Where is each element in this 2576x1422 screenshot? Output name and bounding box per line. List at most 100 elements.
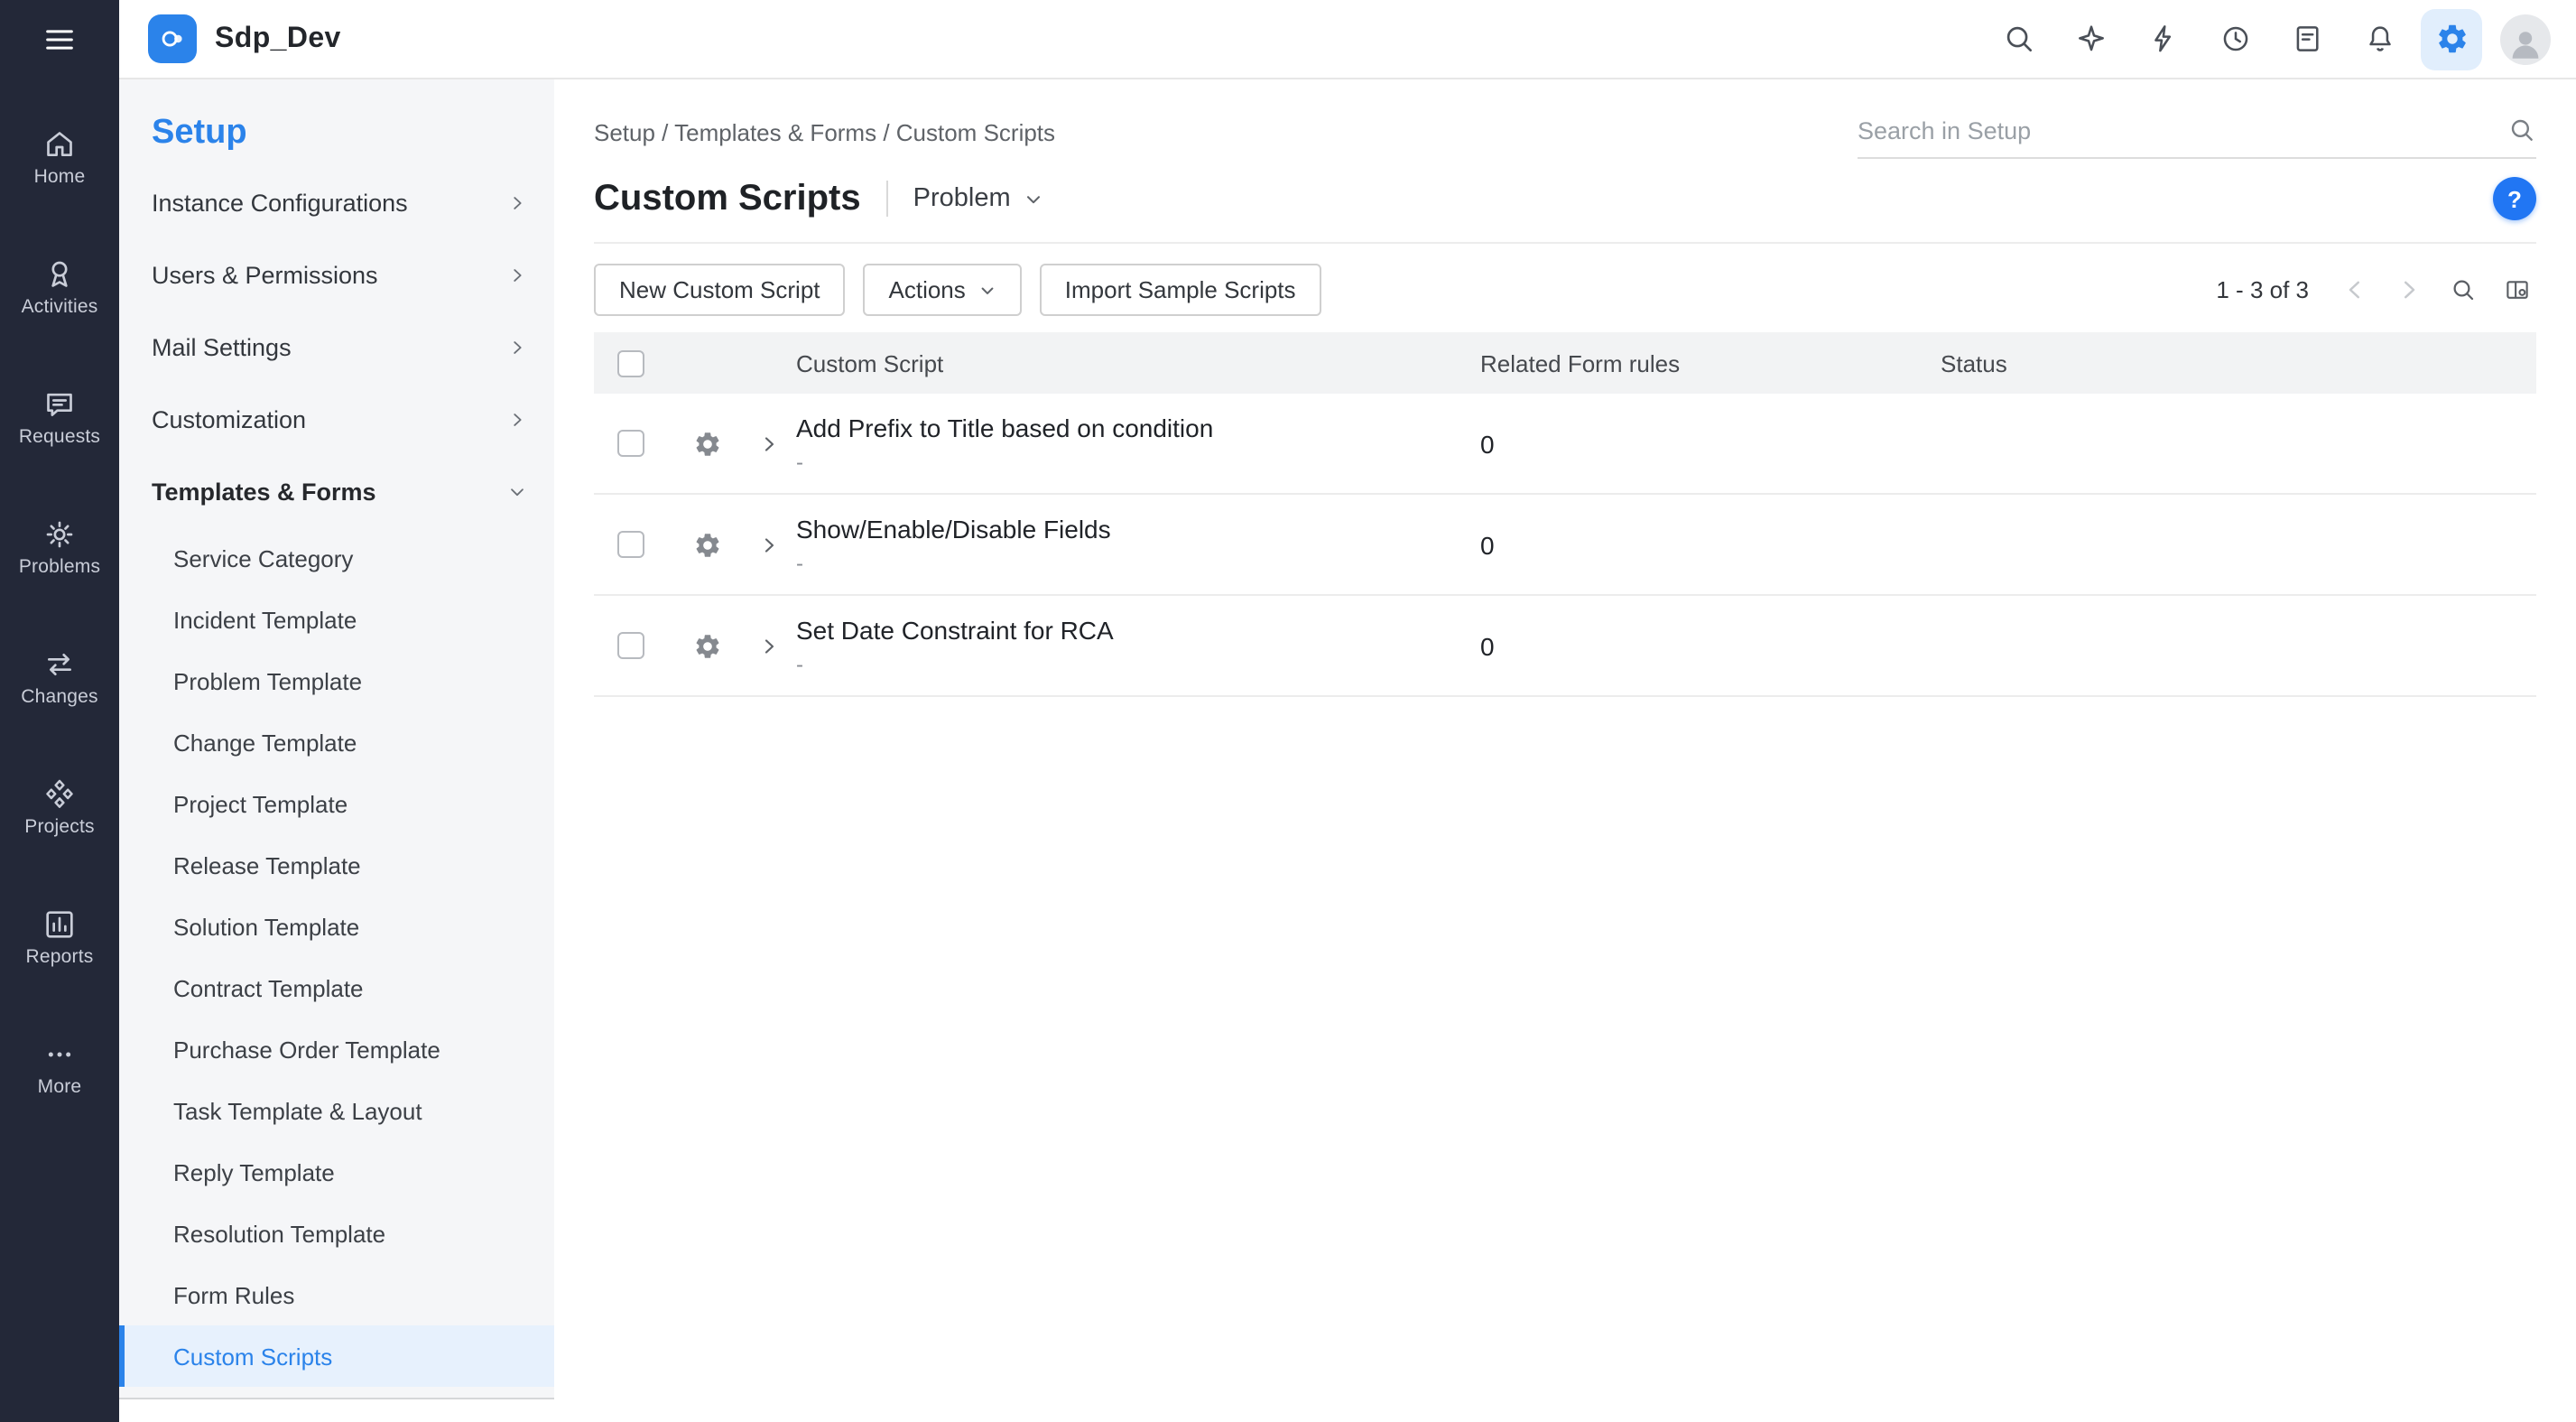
nav-label: Reports: [26, 946, 94, 968]
sidebar-item-users-permissions[interactable]: Users & Permissions: [119, 238, 554, 311]
settings-button[interactable]: [2421, 8, 2482, 70]
actions-button-label: Actions: [889, 276, 966, 303]
nav-label: Problems: [19, 556, 100, 578]
sidebar-subitem-label: Reply Template: [173, 1158, 335, 1185]
column-chooser-button[interactable]: [2497, 270, 2536, 310]
app-logo: [148, 14, 197, 63]
module-dropdown[interactable]: Problem: [913, 184, 1043, 213]
sidebar-item-home[interactable]: Home: [0, 79, 119, 209]
history-button[interactable]: [2204, 8, 2266, 70]
table-row: Add Prefix to Title based on condition -…: [594, 394, 2536, 495]
script-name[interactable]: Set Date Constraint for RCA: [796, 615, 1480, 644]
sidebar-item-templates-forms[interactable]: Templates & Forms: [119, 455, 554, 527]
sidebar-subitem-change-template[interactable]: Change Template: [119, 711, 554, 773]
sidebar-subitem-label: Service Category: [173, 544, 353, 572]
column-header-related-form-rules[interactable]: Related Form rules: [1480, 349, 1941, 376]
hamburger-menu-button[interactable]: [0, 0, 119, 79]
sidebar-subitem-resolution-template[interactable]: Resolution Template: [119, 1203, 554, 1264]
sidebar-item-projects[interactable]: Projects: [0, 730, 119, 860]
sidebar-item-activities[interactable]: Activities: [0, 209, 119, 339]
toggle-knob: [1911, 448, 1936, 473]
script-name[interactable]: Show/Enable/Disable Fields: [796, 514, 1480, 543]
sidebar-subitem-solution-template[interactable]: Solution Template: [119, 896, 554, 957]
related-form-rules-count: 0: [1480, 429, 1941, 458]
row-checkbox[interactable]: [617, 632, 644, 659]
sidebar-subitem-custom-scripts[interactable]: Custom Scripts: [119, 1325, 554, 1387]
column-chooser-icon: [2503, 276, 2530, 303]
brand[interactable]: Sdp_Dev: [148, 14, 341, 63]
avatar-icon: [2504, 21, 2547, 64]
script-description: -: [796, 449, 1480, 474]
sidebar-scroll-track[interactable]: [119, 1397, 554, 1399]
column-header-custom-script[interactable]: Custom Script: [796, 349, 1480, 376]
feedback-form-icon: [2290, 22, 2324, 56]
row-expander[interactable]: [742, 432, 796, 454]
sidebar-subitem-problem-template[interactable]: Problem Template: [119, 650, 554, 711]
sidebar-item-label: Customization: [152, 405, 306, 432]
pagination-next-button[interactable]: [2388, 270, 2428, 310]
sidebar-subitem-release-template[interactable]: Release Template: [119, 834, 554, 896]
chevron-right-icon: [507, 192, 527, 212]
row-settings-button[interactable]: [673, 631, 742, 660]
sidebar-subitem-incident-template[interactable]: Incident Template: [119, 589, 554, 650]
row-expander[interactable]: [742, 635, 796, 656]
help-button[interactable]: ?: [2493, 177, 2536, 220]
row-expander[interactable]: [742, 534, 796, 555]
activities-icon: [42, 256, 78, 293]
hamburger-icon: [42, 22, 78, 58]
pagination-prev-button[interactable]: [2334, 270, 2374, 310]
sidebar-subitem-contract-template[interactable]: Contract Template: [119, 957, 554, 1018]
sidebar-subitem-label: Release Template: [173, 851, 361, 878]
custom-scripts-table: Custom Script Related Form rules Status …: [594, 332, 2536, 697]
select-all-checkbox[interactable]: [617, 349, 644, 376]
setup-search: [1858, 116, 2536, 159]
row-settings-button[interactable]: [673, 530, 742, 559]
sidebar-item-reports[interactable]: Reports: [0, 860, 119, 990]
notifications-button[interactable]: [2349, 8, 2410, 70]
setup-search-input[interactable]: [1858, 116, 2507, 144]
sidebar-subitem-task-template-layout[interactable]: Task Template & Layout: [119, 1080, 554, 1141]
app-logo-icon: [157, 23, 188, 54]
chevron-right-icon: [758, 635, 780, 656]
gear-icon: [693, 631, 722, 660]
import-sample-scripts-button[interactable]: Import Sample Scripts: [1040, 264, 1321, 316]
sidebar-subitem-reply-template[interactable]: Reply Template: [119, 1141, 554, 1203]
page-title: Custom Scripts: [594, 178, 861, 219]
global-search-button[interactable]: [1988, 8, 2049, 70]
sidebar-item-more[interactable]: More: [0, 990, 119, 1120]
quick-actions-button[interactable]: [2132, 8, 2193, 70]
sidebar-subitem-label: Incident Template: [173, 606, 357, 633]
sidebar-subitem-form-rules[interactable]: Form Rules: [119, 1264, 554, 1325]
sidebar-item-customization[interactable]: Customization: [119, 383, 554, 455]
toggle-knob: [1911, 650, 1936, 675]
sidebar-subitem-service-category[interactable]: Service Category: [119, 527, 554, 589]
whats-new-button[interactable]: [2060, 8, 2121, 70]
sidebar-subitem-label: Purchase Order Template: [173, 1036, 440, 1063]
sidebar-item-requests[interactable]: Requests: [0, 339, 119, 469]
sidebar-item-mail-settings[interactable]: Mail Settings: [119, 311, 554, 383]
chevron-right-icon: [507, 265, 527, 284]
user-avatar[interactable]: [2500, 14, 2551, 64]
sidebar-subitem-label: Project Template: [173, 790, 347, 817]
column-header-status[interactable]: Status: [1941, 349, 2536, 376]
feedback-button[interactable]: [2276, 8, 2338, 70]
search-icon[interactable]: [2507, 116, 2536, 144]
sidebar-subitem-purchase-order-template[interactable]: Purchase Order Template: [119, 1018, 554, 1080]
actions-button[interactable]: Actions: [864, 264, 1022, 316]
row-checkbox[interactable]: [617, 430, 644, 457]
sidebar-subitem-project-template[interactable]: Project Template: [119, 773, 554, 834]
chevron-right-icon: [507, 337, 527, 357]
nav-label: More: [38, 1076, 82, 1098]
reports-icon: [42, 906, 78, 943]
script-name[interactable]: Add Prefix to Title based on condition: [796, 413, 1480, 441]
sidebar-item-instance-configurations[interactable]: Instance Configurations: [119, 166, 554, 238]
list-search-button[interactable]: [2442, 270, 2482, 310]
row-checkbox[interactable]: [617, 531, 644, 558]
row-settings-button[interactable]: [673, 429, 742, 458]
problems-icon: [42, 516, 78, 553]
setup-sidebar: Setup Instance Configurations Users & Pe…: [119, 79, 554, 1422]
sidebar-item-problems[interactable]: Problems: [0, 469, 119, 599]
new-custom-script-button[interactable]: New Custom Script: [594, 264, 846, 316]
breadcrumb[interactable]: Setup / Templates & Forms / Custom Scrip…: [594, 116, 1055, 146]
sidebar-item-changes[interactable]: Changes: [0, 599, 119, 730]
